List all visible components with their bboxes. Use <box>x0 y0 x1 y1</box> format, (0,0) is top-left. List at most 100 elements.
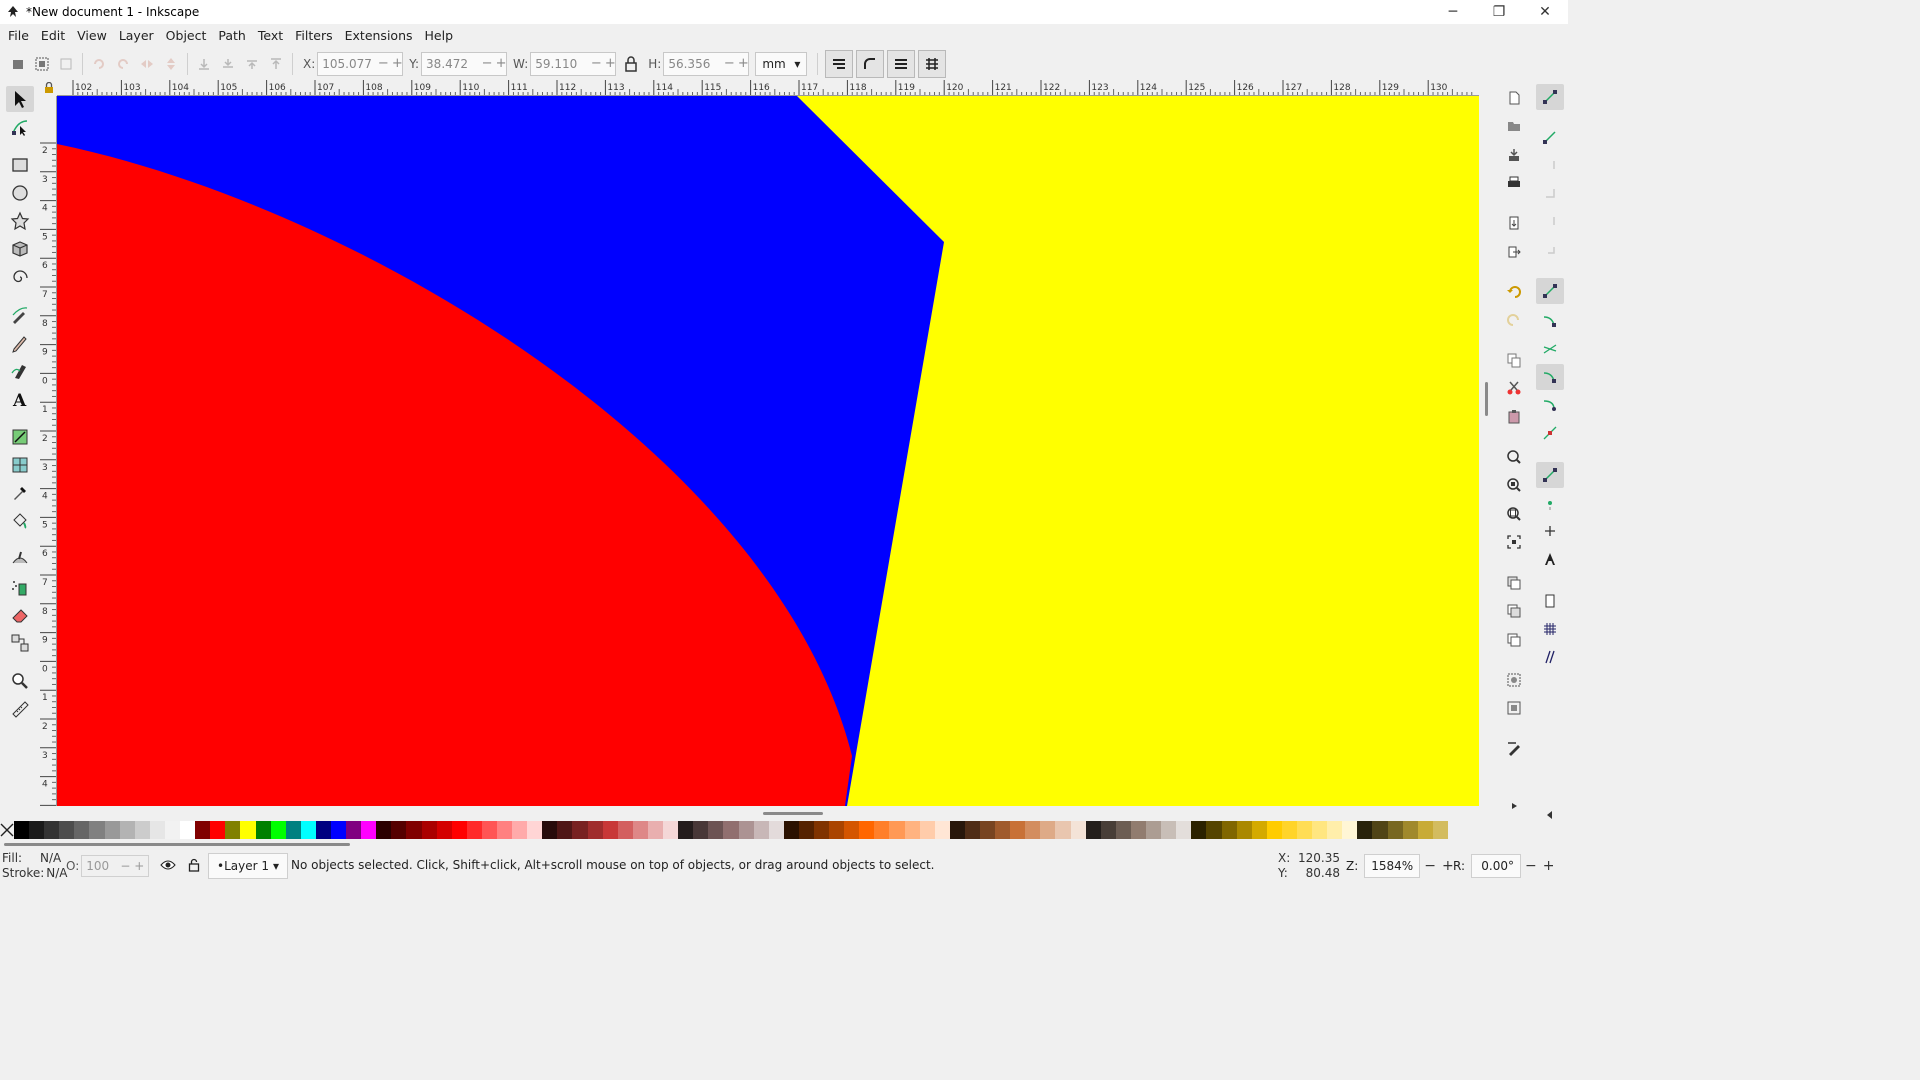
color-swatch[interactable] <box>451 821 467 839</box>
color-swatch[interactable] <box>300 821 316 839</box>
maximize-button[interactable]: ❐ <box>1476 0 1522 24</box>
color-swatch[interactable] <box>1312 821 1328 839</box>
color-swatch[interactable] <box>466 821 482 839</box>
vertical-scroll-thumb[interactable] <box>1485 382 1488 416</box>
color-swatch[interactable] <box>59 821 75 839</box>
menu-layer[interactable]: Layer <box>113 28 160 43</box>
measure-tool-icon[interactable] <box>6 696 34 722</box>
rotation-input[interactable]: 0.00° <box>1471 854 1522 878</box>
color-swatch[interactable] <box>391 821 407 839</box>
color-swatch[interactable] <box>497 821 513 839</box>
star-tool-icon[interactable] <box>6 208 34 234</box>
spiral-tool-icon[interactable] <box>6 264 34 290</box>
color-swatch[interactable] <box>813 821 830 839</box>
color-swatch[interactable] <box>1402 821 1418 839</box>
color-swatch[interactable] <box>195 821 211 839</box>
h-increment-button[interactable]: + <box>736 56 750 71</box>
snap-bbox-midpoints-icon[interactable] <box>1536 208 1564 234</box>
y-decrement-button[interactable]: − <box>480 56 494 71</box>
snap-grid-icon[interactable] <box>1536 616 1564 642</box>
color-swatch[interactable] <box>768 821 784 839</box>
color-swatch[interactable] <box>647 821 664 839</box>
snap-bbox-centers-icon[interactable] <box>1536 236 1564 262</box>
export-icon[interactable] <box>1502 240 1526 264</box>
color-swatch[interactable] <box>149 821 165 839</box>
snap-page-border-icon[interactable] <box>1536 588 1564 614</box>
fill-stroke-indicator[interactable]: Fill: N/A Stroke: N/A <box>2 851 68 881</box>
color-swatch[interactable] <box>14 821 30 839</box>
color-swatch[interactable] <box>527 821 543 839</box>
snap-text-baseline-icon[interactable] <box>1536 546 1564 572</box>
menu-filters[interactable]: Filters <box>289 28 338 43</box>
connector-tool-icon[interactable] <box>6 630 34 656</box>
no-paint-swatch[interactable] <box>0 821 14 839</box>
color-swatch[interactable] <box>919 821 935 839</box>
color-swatch[interactable] <box>663 821 679 839</box>
snap-others-icon[interactable] <box>1536 462 1564 488</box>
minimize-button[interactable]: ─ <box>1430 0 1476 24</box>
color-swatch[interactable] <box>1236 821 1252 839</box>
color-swatch[interactable] <box>980 821 996 839</box>
xml-editor-icon[interactable] <box>1502 737 1526 761</box>
color-swatch[interactable] <box>1296 821 1313 839</box>
color-swatch[interactable] <box>270 821 286 839</box>
raise-icon[interactable] <box>240 52 264 76</box>
color-swatch[interactable] <box>617 821 633 839</box>
zoom-drawing-icon[interactable] <box>1502 473 1526 497</box>
lower-to-bottom-icon[interactable] <box>192 52 216 76</box>
clone-icon[interactable] <box>1502 599 1526 623</box>
current-layer-select[interactable]: •Layer 1 ▾ <box>208 853 289 879</box>
layer-visibility-eye-icon[interactable] <box>160 859 176 874</box>
x-decrement-button[interactable]: − <box>376 56 390 71</box>
snap-line-midpoints-icon[interactable] <box>1536 420 1564 446</box>
color-swatch[interactable] <box>210 821 226 839</box>
color-swatch[interactable] <box>330 821 347 839</box>
redo-icon[interactable] <box>1502 308 1526 332</box>
y-increment-button[interactable]: + <box>494 56 508 71</box>
color-swatch[interactable] <box>889 821 905 839</box>
color-swatch[interactable] <box>421 821 437 839</box>
color-swatch[interactable] <box>1432 821 1448 839</box>
paint-bucket-tool-icon[interactable] <box>6 508 34 534</box>
color-swatch[interactable] <box>315 821 331 839</box>
color-swatch[interactable] <box>1025 821 1041 839</box>
color-swatch[interactable] <box>738 821 754 839</box>
color-swatch[interactable] <box>995 821 1011 839</box>
menu-object[interactable]: Object <box>160 28 213 43</box>
3d-box-tool-icon[interactable] <box>6 236 34 262</box>
zoom-tool-icon[interactable] <box>6 668 34 694</box>
color-swatch[interactable] <box>602 821 618 839</box>
close-button[interactable]: ✕ <box>1522 0 1568 24</box>
color-swatch[interactable] <box>829 821 845 839</box>
color-swatch[interactable] <box>678 821 694 839</box>
flip-horizontal-icon[interactable] <box>135 52 159 76</box>
snap-guides-icon[interactable] <box>1536 644 1564 670</box>
color-swatch[interactable] <box>587 821 603 839</box>
snap-enable-icon[interactable] <box>1536 84 1564 110</box>
color-swatch[interactable] <box>1100 821 1116 839</box>
color-swatch[interactable] <box>346 821 362 839</box>
color-swatch[interactable] <box>119 821 135 839</box>
color-swatch[interactable] <box>240 821 256 839</box>
color-swatch[interactable] <box>1342 821 1358 839</box>
rotate-cw-icon[interactable] <box>111 52 135 76</box>
color-swatch[interactable] <box>753 821 769 839</box>
color-swatch[interactable] <box>1327 821 1343 839</box>
snap-path-intersections-icon[interactable] <box>1536 336 1564 362</box>
open-folder-icon[interactable] <box>1502 114 1526 138</box>
save-icon[interactable] <box>1502 143 1526 167</box>
color-swatch[interactable] <box>104 821 120 839</box>
color-swatch[interactable] <box>949 821 965 839</box>
rectangle-tool-icon[interactable] <box>6 152 34 178</box>
node-tool-icon[interactable] <box>6 114 34 140</box>
horizontal-scrollbar[interactable] <box>57 806 1479 820</box>
x-increment-button[interactable]: + <box>390 56 404 71</box>
color-swatch[interactable] <box>255 821 271 839</box>
color-swatch[interactable] <box>361 821 377 839</box>
color-swatch[interactable] <box>904 821 920 839</box>
color-swatch[interactable] <box>89 821 105 839</box>
snap-nodes-icon[interactable] <box>1536 278 1564 304</box>
import-icon[interactable] <box>1502 211 1526 235</box>
dropper-tool-icon[interactable] <box>6 480 34 506</box>
x-input[interactable] <box>322 56 377 71</box>
